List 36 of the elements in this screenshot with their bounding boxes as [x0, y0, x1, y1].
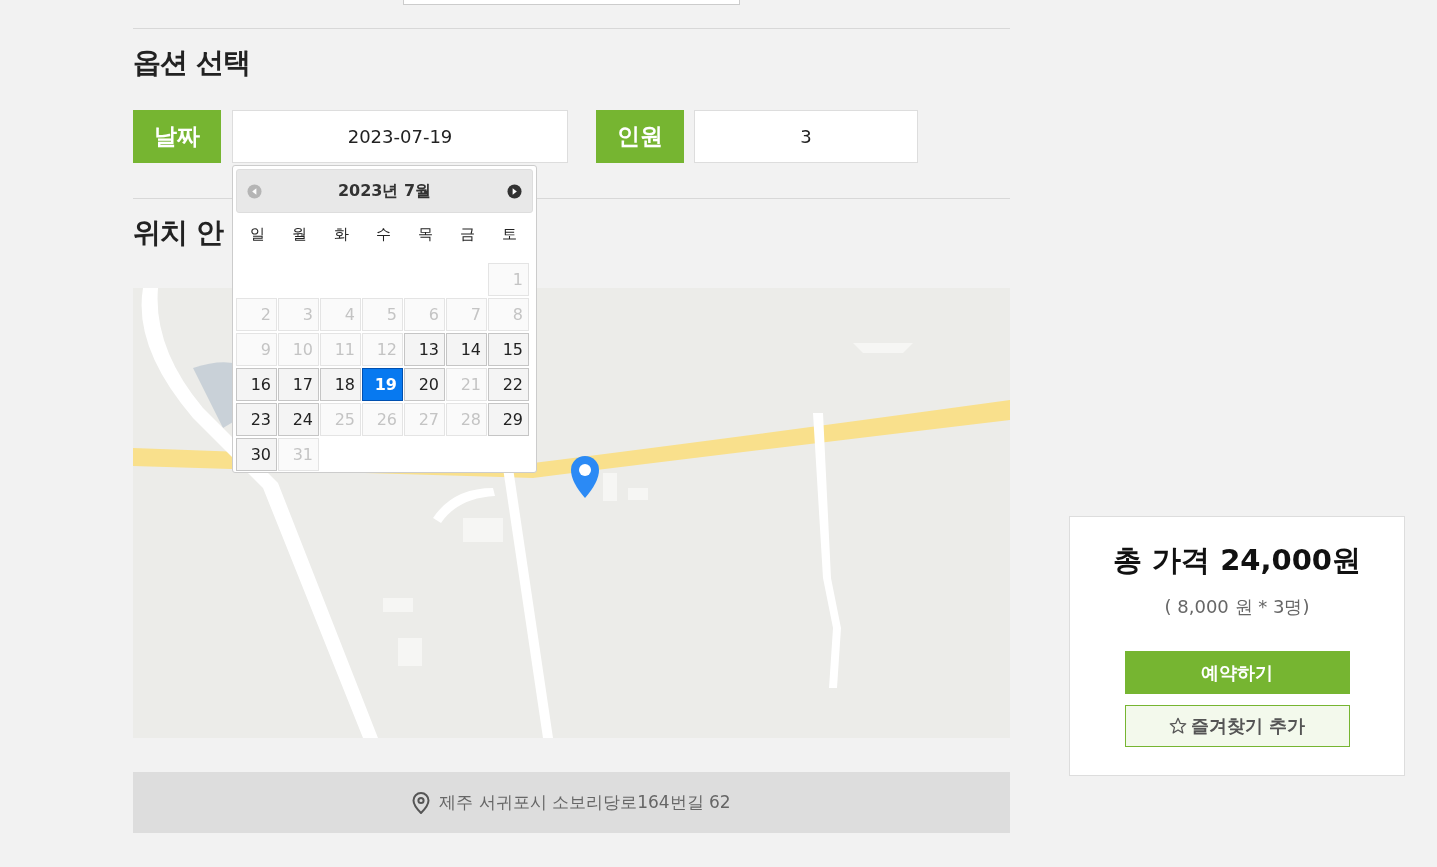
calendar-day[interactable]: 24: [278, 403, 319, 436]
calendar-day[interactable]: 30: [236, 438, 277, 471]
calendar-day[interactable]: 19: [362, 368, 403, 401]
weekday-label: 일: [248, 225, 266, 245]
section-title: 옵션 선택: [133, 45, 250, 81]
address-text: 제주 서귀포시 소보리당로164번길 62: [439, 791, 731, 814]
calendar-day[interactable]: 18: [320, 368, 361, 401]
calendar-day[interactable]: 13: [404, 333, 445, 366]
field-label: 날짜: [133, 110, 221, 163]
weekday-label: 토: [500, 225, 518, 245]
calendar-day[interactable]: 14: [446, 333, 487, 366]
weekday-label: 수: [374, 225, 392, 245]
calendar-day[interactable]: 23: [236, 403, 277, 436]
next-icon[interactable]: [507, 183, 522, 199]
calendar-day[interactable]: 20: [404, 368, 445, 401]
weekday-label: 목: [416, 225, 434, 245]
section-title: 위치 안: [133, 215, 223, 251]
calendar-day[interactable]: 16: [236, 368, 277, 401]
weekday-label: 화: [332, 225, 350, 245]
calendar-day[interactable]: 17: [278, 368, 319, 401]
weekday-label: 월: [290, 225, 308, 245]
book-button[interactable]: 예약하기: [1124, 651, 1350, 694]
location-pin-icon: [412, 791, 431, 814]
total-price: 총 가격 24,000원: [1112, 542, 1362, 579]
date-field[interactable]: 2023-07-19: [232, 110, 568, 163]
calendar-day[interactable]: 15: [488, 333, 529, 366]
favorite-button[interactable]: 즐겨찾기 추가: [1124, 705, 1350, 747]
calendar-title: 2023년 7월: [337, 180, 432, 202]
calendar-day[interactable]: 22: [488, 368, 529, 401]
input-field[interactable]: [403, 0, 740, 5]
weekday-label: 금: [458, 225, 476, 245]
calendar-day[interactable]: 29: [488, 403, 529, 436]
price-breakdown: ( 8,000 원 * 3명): [1164, 595, 1310, 619]
people-field[interactable]: 3: [694, 110, 918, 163]
star-icon: [1168, 717, 1187, 735]
field-label: 인원: [596, 110, 684, 163]
